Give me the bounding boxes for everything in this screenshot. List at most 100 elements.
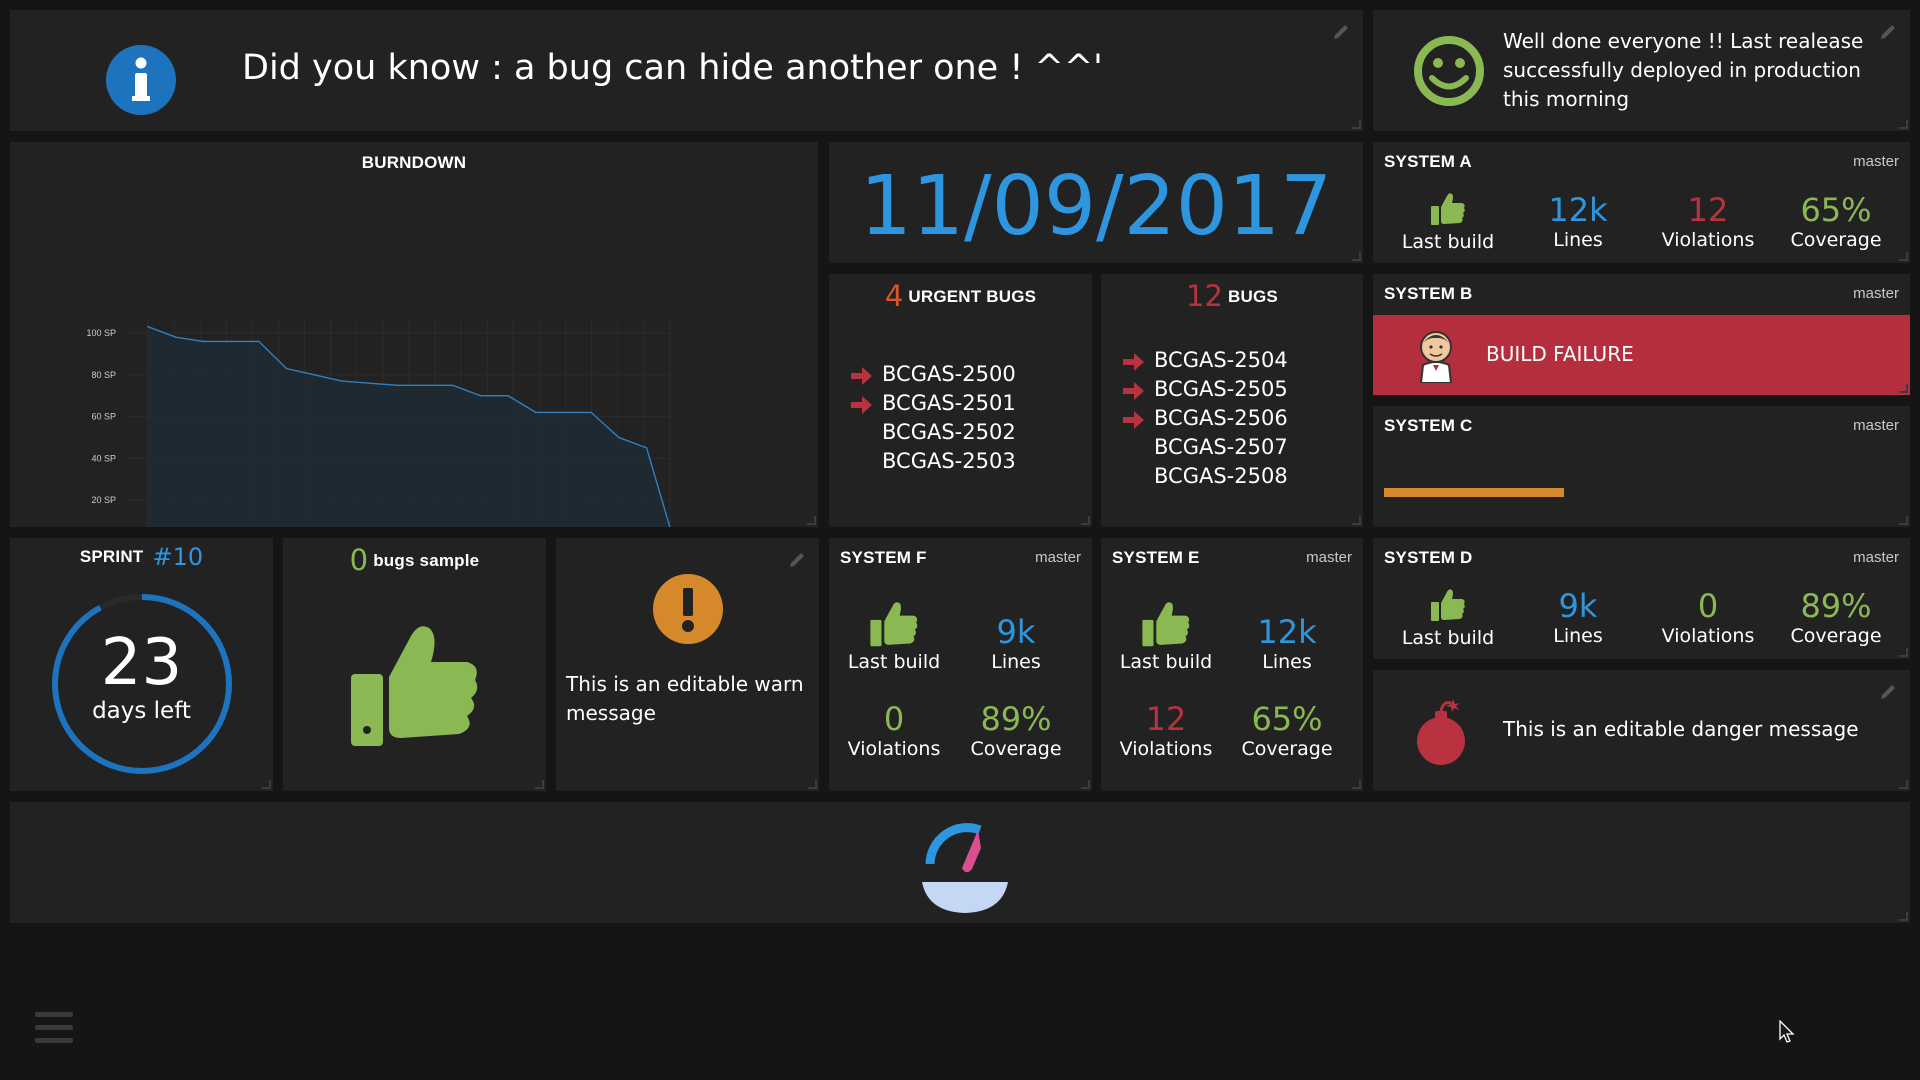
- resize-handle[interactable]: [535, 780, 544, 789]
- bug-item[interactable]: BCGAS-2506: [1154, 406, 1288, 430]
- resize-handle[interactable]: [1899, 384, 1908, 393]
- data-point: [174, 336, 177, 338]
- data-point: [230, 340, 232, 343]
- resize-handle[interactable]: [1899, 516, 1908, 525]
- system-a-coverage: 65% Coverage: [1790, 191, 1882, 251]
- resize-handle[interactable]: [1081, 780, 1090, 789]
- system-a-branch: master: [1853, 153, 1899, 170]
- system-e-lines: 12k Lines: [1257, 613, 1317, 673]
- system-e-tile: SYSTEM E master Last build 12k Lines 12 …: [1101, 538, 1363, 791]
- success-message-tile: Well done everyone !! Last realease succ…: [1373, 10, 1910, 131]
- thumbs-up-icon: [1431, 193, 1465, 225]
- data-point: [396, 384, 399, 387]
- resize-handle[interactable]: [1352, 120, 1361, 129]
- data-point: [285, 367, 288, 370]
- edit-pencil-icon[interactable]: [1331, 22, 1351, 42]
- system-e-coverage: 65% Coverage: [1241, 700, 1333, 760]
- sprint-label: SPRINT: [79, 547, 144, 566]
- urgent-bug-item[interactable]: BCGAS-2500: [882, 362, 1016, 386]
- system-a-tile: SYSTEM A master Last build 12k Lines 12 …: [1373, 142, 1910, 263]
- resize-handle[interactable]: [1081, 516, 1090, 525]
- bug-item[interactable]: BCGAS-2504: [1154, 348, 1288, 372]
- system-f-violations: 0 Violations: [847, 700, 941, 760]
- y-tick-label: 100 SP: [86, 328, 116, 338]
- edit-pencil-icon[interactable]: [787, 550, 807, 570]
- sprint-days: 23: [100, 626, 183, 700]
- resize-handle[interactable]: [1352, 252, 1361, 261]
- edit-pencil-icon[interactable]: [1878, 22, 1898, 42]
- data-point: [258, 340, 260, 343]
- data-point: [590, 411, 592, 414]
- sprint-days-label: days left: [92, 698, 191, 724]
- system-d-violations: 0 Violations: [1661, 587, 1755, 647]
- system-d-last-build: Last build: [1383, 588, 1513, 650]
- resize-handle[interactable]: [262, 780, 271, 789]
- resize-handle[interactable]: [1899, 780, 1908, 789]
- system-d-title: SYSTEM D: [1384, 548, 1473, 567]
- resize-handle[interactable]: [1899, 252, 1908, 261]
- data-point: [507, 394, 509, 397]
- system-d-coverage: 89% Coverage: [1790, 587, 1882, 647]
- bugs-sample-header: 0 bugs sample: [283, 543, 546, 577]
- arrow-right-icon: [851, 367, 872, 385]
- resize-handle[interactable]: [807, 516, 816, 525]
- sprint-tile: SPRINT #10 23 days left: [10, 538, 273, 791]
- y-tick-label: 60 SP: [91, 412, 116, 422]
- edit-pencil-icon[interactable]: [1878, 682, 1898, 702]
- arrow-right-icon: [1123, 353, 1144, 371]
- urgent-bug-item[interactable]: BCGAS-2501: [882, 391, 1016, 415]
- urgent-bugs-header: 4 URGENT BUGS: [829, 279, 1092, 313]
- bugs-tile: 12 BUGS BCGAS-2504 BCGAS-2505 BCGAS-2506 BC…: [1101, 274, 1363, 527]
- data-point: [451, 384, 454, 387]
- urgent-bug-item[interactable]: BCGAS-2502: [882, 420, 1016, 444]
- urgent-bugs-label: URGENT BUGS: [908, 287, 1037, 306]
- system-f-coverage: 89% Coverage: [970, 700, 1062, 760]
- resize-handle[interactable]: [1899, 648, 1908, 657]
- system-a-violations: 12 Violations: [1661, 191, 1755, 251]
- resize-handle[interactable]: [808, 780, 817, 789]
- system-c-tile: SYSTEM C master: [1373, 406, 1910, 527]
- mouse-cursor-icon: [1779, 1020, 1795, 1043]
- system-c-title: SYSTEM C: [1384, 416, 1473, 435]
- hamburger-menu-icon[interactable]: [35, 1012, 73, 1044]
- thumbs-up-icon: [870, 602, 918, 647]
- system-a-last-build: Last build: [1383, 192, 1513, 254]
- system-e-title: SYSTEM E: [1112, 548, 1200, 567]
- bug-item[interactable]: BCGAS-2508: [1154, 464, 1288, 488]
- burndown-tile: BURNDOWN 20 SP40 SP60 SP80 SP100 SP15/09…: [10, 142, 818, 527]
- danger-message-text: This is an editable danger message: [1503, 717, 1859, 741]
- data-point: [424, 384, 426, 387]
- system-d-branch: master: [1853, 549, 1899, 566]
- urgent-bugs-list: BCGAS-2500 BCGAS-2501 BCGAS-2502 BCGAS-2503: [849, 362, 1089, 512]
- smiley-icon: [1414, 36, 1484, 106]
- bomb-icon: [1417, 699, 1465, 765]
- bugs-list: BCGAS-2504 BCGAS-2505 BCGAS-2506 BCGAS-2507…: [1121, 348, 1361, 518]
- data-point: [562, 411, 565, 414]
- system-b-branch: master: [1853, 285, 1899, 302]
- resize-handle[interactable]: [1352, 516, 1361, 525]
- urgent-bug-item[interactable]: BCGAS-2503: [882, 449, 1016, 473]
- system-d-tile: SYSTEM D master Last build 9k Lines 0 Vi…: [1373, 538, 1910, 659]
- danger-message-tile: This is an editable danger message: [1373, 670, 1910, 791]
- bugs-label: BUGS: [1228, 287, 1278, 306]
- resize-handle[interactable]: [1899, 120, 1908, 129]
- bugs-sample-label: bugs sample: [373, 551, 480, 570]
- bug-item[interactable]: BCGAS-2505: [1154, 377, 1288, 401]
- info-message-tile: Did you know : a bug can hide another on…: [10, 10, 1363, 131]
- system-b-tile: SYSTEM B master BUILD FAILURE: [1373, 274, 1910, 395]
- data-point: [535, 411, 537, 414]
- bugs-sample-tile: 0 bugs sample: [283, 538, 546, 791]
- data-point: [313, 374, 316, 376]
- bugs-sample-count: 0: [349, 543, 369, 577]
- thumbs-up-icon: [1142, 602, 1190, 647]
- resize-handle[interactable]: [1352, 780, 1361, 789]
- bugs-count: 12: [1186, 279, 1223, 313]
- system-f-branch: master: [1035, 549, 1081, 566]
- system-f-last-build: Last build: [829, 600, 959, 674]
- resize-handle[interactable]: [1899, 912, 1908, 921]
- bug-item[interactable]: BCGAS-2507: [1154, 435, 1288, 459]
- date-text: 11/09/2017: [859, 159, 1333, 254]
- urgent-bugs-count: 4: [884, 279, 904, 313]
- data-point: [202, 340, 205, 343]
- arrow-right-icon: [1123, 411, 1144, 429]
